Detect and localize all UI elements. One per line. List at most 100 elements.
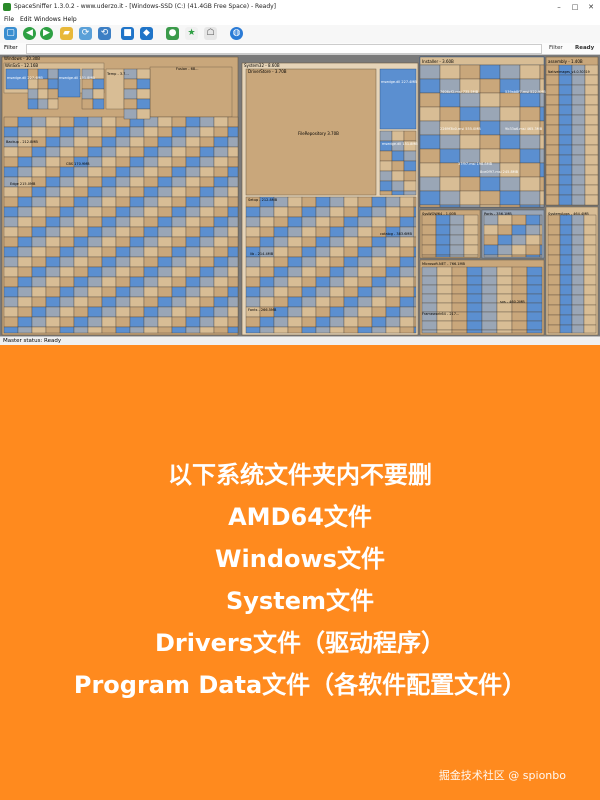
- file-cell[interactable]: [199, 236, 215, 248]
- file-cell[interactable]: [27, 98, 39, 110]
- file-cell[interactable]: [245, 226, 261, 238]
- file-cell[interactable]: [436, 266, 453, 277]
- file-cell[interactable]: [584, 74, 599, 86]
- file-cell[interactable]: [371, 206, 387, 218]
- file-cell[interactable]: [451, 302, 468, 313]
- file-cell[interactable]: [143, 266, 159, 278]
- file-cell[interactable]: [545, 84, 560, 96]
- file-cell[interactable]: [547, 324, 561, 334]
- file-cell[interactable]: [385, 216, 401, 228]
- file-cell[interactable]: [558, 124, 573, 136]
- treemap-view[interactable]: Windows - 30.30B WinSxS - 12.16B msedge.dl…: [0, 55, 600, 345]
- file-cell[interactable]: [571, 94, 586, 106]
- file-cell[interactable]: [329, 266, 345, 278]
- file-cell[interactable]: [385, 206, 401, 218]
- filter-button[interactable]: Filter: [549, 45, 563, 51]
- file-cell[interactable]: [571, 304, 585, 316]
- file-cell[interactable]: [451, 284, 468, 295]
- file-cell[interactable]: [439, 64, 461, 80]
- file-cell[interactable]: [59, 276, 75, 288]
- file-cell[interactable]: [87, 236, 103, 248]
- file-cell[interactable]: [545, 124, 560, 136]
- file-cell[interactable]: [496, 329, 513, 334]
- file-cell[interactable]: [343, 306, 359, 318]
- file-cell[interactable]: [539, 106, 545, 122]
- file-cell[interactable]: [329, 226, 345, 238]
- file-cell[interactable]: [419, 162, 441, 178]
- file-cell[interactable]: [199, 246, 215, 258]
- file-cell[interactable]: [481, 320, 498, 331]
- file-cell[interactable]: [129, 266, 145, 278]
- file-cell[interactable]: [385, 316, 401, 328]
- file-cell[interactable]: [371, 246, 387, 258]
- file-cell[interactable]: [539, 190, 545, 206]
- file-cell[interactable]: [481, 311, 498, 322]
- file-cell[interactable]: [343, 246, 359, 258]
- file-cell[interactable]: [115, 176, 131, 188]
- file-cell[interactable]: [101, 146, 117, 158]
- file-cell[interactable]: [115, 236, 131, 248]
- file-cell[interactable]: [273, 246, 289, 258]
- file-cell[interactable]: [45, 116, 61, 128]
- file-cell[interactable]: [157, 116, 173, 128]
- file-cell[interactable]: [371, 276, 387, 288]
- file-cell[interactable]: [59, 166, 75, 178]
- file-cell[interactable]: [519, 176, 541, 192]
- file-cell[interactable]: [59, 226, 75, 238]
- file-cell[interactable]: [525, 214, 541, 226]
- file-cell[interactable]: [101, 276, 117, 288]
- file-cell[interactable]: [301, 226, 317, 238]
- file-cell[interactable]: [129, 296, 145, 308]
- file-cell[interactable]: [301, 326, 317, 334]
- file-cell[interactable]: [539, 254, 543, 258]
- file-cell[interactable]: [245, 326, 261, 334]
- file-cell[interactable]: [87, 176, 103, 188]
- file-cell[interactable]: [571, 144, 586, 156]
- file-cell[interactable]: [73, 226, 89, 238]
- new-window-icon[interactable]: ▢: [4, 27, 17, 40]
- file-cell[interactable]: [185, 116, 201, 128]
- file-cell[interactable]: [357, 256, 373, 268]
- file-cell[interactable]: [45, 146, 61, 158]
- file-cell[interactable]: [115, 306, 131, 318]
- file-cell[interactable]: [17, 226, 33, 238]
- file-cell[interactable]: [157, 296, 173, 308]
- users-icon[interactable]: ●: [166, 27, 179, 40]
- file-cell[interactable]: [59, 286, 75, 298]
- file-cell[interactable]: [357, 196, 373, 208]
- file-cell[interactable]: [136, 68, 151, 80]
- file-cell[interactable]: [571, 114, 586, 126]
- file-cell[interactable]: [273, 276, 289, 288]
- file-cell[interactable]: [421, 234, 437, 246]
- file-cell[interactable]: [115, 226, 131, 238]
- file-cell[interactable]: [227, 126, 239, 138]
- file-cell[interactable]: [315, 316, 331, 328]
- file-cell[interactable]: [571, 244, 585, 256]
- file-cell[interactable]: [17, 296, 33, 308]
- file-cell[interactable]: [413, 216, 417, 228]
- file-cell[interactable]: [301, 266, 317, 278]
- file-cell[interactable]: [3, 206, 19, 218]
- file-cell[interactable]: [539, 92, 545, 108]
- file-cell[interactable]: [3, 316, 19, 328]
- file-cell[interactable]: [526, 329, 543, 334]
- file-cell[interactable]: [143, 276, 159, 288]
- file-cell[interactable]: [525, 244, 541, 256]
- file-cell[interactable]: [157, 216, 173, 228]
- file-cell[interactable]: [519, 190, 541, 206]
- file-cell[interactable]: [496, 311, 513, 322]
- file-cell[interactable]: [571, 184, 586, 196]
- file-cell[interactable]: [259, 286, 275, 298]
- file-cell[interactable]: [391, 190, 405, 196]
- file-cell[interactable]: [59, 116, 75, 128]
- file-cell[interactable]: [526, 293, 543, 304]
- file-cell[interactable]: [385, 306, 401, 318]
- file-cell[interactable]: [185, 166, 201, 178]
- file-cell[interactable]: [479, 106, 501, 122]
- file-cell[interactable]: [245, 296, 261, 308]
- file-cell[interactable]: [419, 190, 441, 206]
- file-cell[interactable]: [143, 236, 159, 248]
- file-cell[interactable]: [413, 266, 417, 278]
- file-cell[interactable]: [413, 286, 417, 298]
- file-cell[interactable]: [157, 306, 173, 318]
